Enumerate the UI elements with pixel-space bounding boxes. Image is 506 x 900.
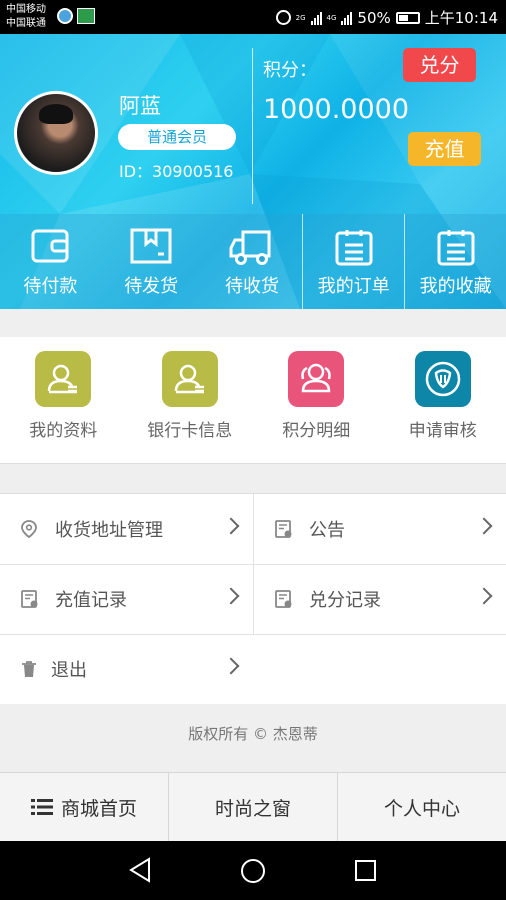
battery-percent: 50% (357, 8, 391, 27)
document-icon (275, 590, 292, 608)
recent-apps-icon[interactable] (355, 860, 376, 881)
tab-mall-home[interactable]: 商城首页 (0, 773, 168, 841)
quick-label: 积分明细 (282, 421, 351, 441)
carrier-1: 中国移动 (6, 4, 46, 15)
tab-personal-center[interactable]: 个人中心 (337, 773, 506, 841)
home-icon[interactable] (241, 859, 265, 883)
menu-notice[interactable]: 公告 (274, 494, 506, 564)
battery-icon (395, 11, 420, 24)
menu-label: 兑分记录 (309, 590, 381, 611)
status-right: 2G 4G 50% 上午10:14 (275, 7, 498, 28)
location-pin-icon (21, 520, 37, 539)
signal-icon (310, 11, 322, 25)
tab-label: 商城首页 (60, 797, 137, 820)
menu-label: 退出 (51, 660, 87, 681)
app-notification-icon (57, 8, 73, 24)
clock: 上午10:14 (424, 9, 498, 27)
chevron-right-icon (222, 587, 240, 605)
users-icon (288, 351, 345, 407)
alarm-icon (275, 10, 291, 25)
order-label: 我的订单 (317, 276, 390, 297)
wallet-icon (31, 229, 69, 263)
menu-redeem-log[interactable]: 兑分记录 (274, 564, 506, 634)
user-id: ID：30900516 (119, 162, 234, 181)
quick-bank-card[interactable]: 银行卡信息 (127, 337, 254, 463)
document-icon (275, 520, 292, 538)
list-doc-icon (437, 230, 475, 266)
list-doc-icon (335, 230, 373, 266)
user-card-icon (161, 351, 218, 407)
quick-label: 我的资料 (29, 421, 98, 441)
tab-label: 时尚之窗 (214, 797, 291, 820)
quick-label: 银行卡信息 (147, 421, 233, 441)
order-label: 待付款 (23, 276, 78, 297)
points-value: 1000.0000 (263, 94, 410, 125)
notification-icons (57, 8, 95, 24)
quick-apply-review[interactable]: 申请审核 (380, 337, 506, 463)
my-orders[interactable]: 我的订单 (302, 214, 404, 309)
back-icon[interactable] (128, 857, 152, 883)
system-nav-bar (0, 841, 506, 900)
order-pending-receipt[interactable]: 待收货 (202, 214, 303, 309)
menu-logout[interactable]: 退出 (20, 634, 253, 704)
order-pending-shipment[interactable]: 待发货 (101, 214, 202, 309)
points-label: 积分： (263, 60, 317, 81)
chevron-right-icon (222, 517, 240, 535)
network-type-2: 4G (326, 13, 337, 22)
menu-label: 充值记录 (55, 590, 127, 611)
order-pending-payment[interactable]: 待付款 (0, 214, 101, 309)
tab-fashion[interactable]: 时尚之窗 (168, 773, 337, 841)
menu-label: 公告 (309, 520, 345, 541)
copyright-text: 版权所有 © 杰恩蒂 (188, 725, 318, 743)
profile-header: 阿蓝 普通会员 ID：30900516 积分： 1000.0000 兑分 充值 … (0, 34, 506, 309)
order-label: 待收货 (224, 276, 279, 297)
avatar[interactable] (14, 91, 98, 175)
carrier-2: 中国联通 (6, 18, 46, 29)
menu-label: 收货地址管理 (55, 520, 163, 541)
chevron-right-icon (222, 657, 240, 675)
package-icon (130, 228, 172, 264)
user-name: 阿蓝 (119, 94, 161, 118)
chevron-right-icon (475, 517, 493, 535)
recharge-button[interactable]: 充值 (408, 132, 481, 166)
carrier-info: 中国移动 中国联通 (6, 3, 46, 31)
document-icon (21, 590, 38, 608)
signal-icon (341, 11, 353, 25)
my-favorites[interactable]: 我的收藏 (404, 214, 506, 309)
tab-label: 个人中心 (383, 797, 460, 820)
quick-my-profile[interactable]: 我的资料 (0, 337, 127, 463)
quick-links: 我的资料 银行卡信息 积分明细 申请审核 (0, 337, 506, 464)
member-level-badge: 普通会员 (118, 124, 236, 150)
quick-label: 申请审核 (408, 421, 477, 441)
truck-icon (229, 230, 271, 265)
trash-icon (22, 661, 36, 677)
app-notification-icon (77, 8, 95, 24)
chevron-right-icon (475, 587, 493, 605)
order-label: 我的收藏 (419, 276, 492, 297)
header-divider (252, 48, 253, 204)
quick-points-detail[interactable]: 积分明细 (253, 337, 380, 463)
redeem-button[interactable]: 兑分 (403, 48, 476, 82)
user-card-icon (35, 351, 92, 407)
order-status-bar: 待付款 待发货 待收货 我的订单 我的收藏 (0, 214, 506, 309)
network-type-1: 2G (295, 13, 306, 22)
shield-icon (414, 351, 471, 407)
list-icon (30, 799, 53, 815)
menu-recharge-log[interactable]: 充值记录 (20, 564, 253, 634)
order-label: 待发货 (124, 276, 179, 297)
status-bar: 中国移动 中国联通 2G 4G 50% 上午10:14 (0, 0, 506, 34)
menu-list: 收货地址管理 公告 充值记录 兑分记录 退出 (0, 493, 506, 704)
bottom-tab-bar: 商城首页 时尚之窗 个人中心 (0, 772, 506, 841)
menu-address[interactable]: 收货地址管理 (20, 494, 253, 564)
